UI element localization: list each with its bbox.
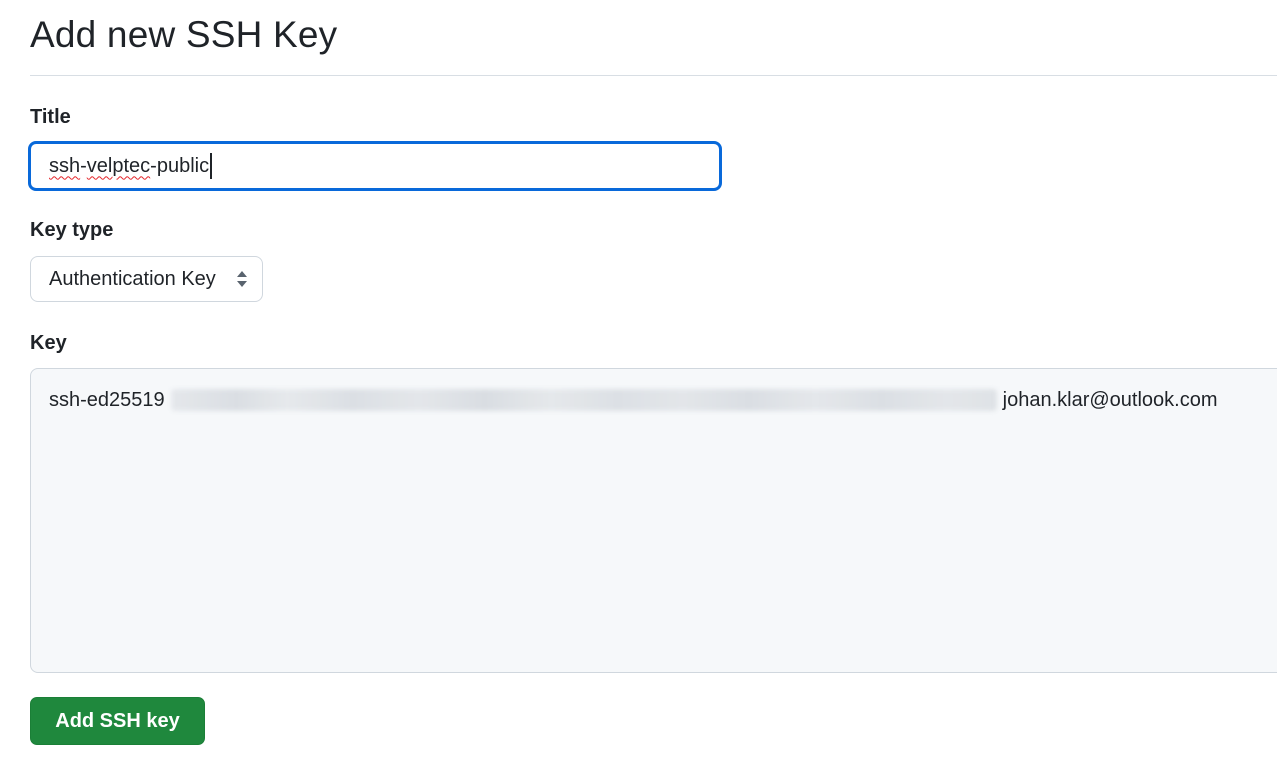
add-ssh-key-page: Add new SSH Key Title ssh - velptec -public… bbox=[0, 0, 1277, 768]
title-input-value-public: -public bbox=[150, 154, 210, 177]
key-label: Key bbox=[30, 332, 67, 354]
title-input[interactable]: ssh - velptec -public bbox=[28, 141, 722, 191]
blurred-key-body bbox=[170, 389, 997, 411]
title-input-value-ssh: ssh bbox=[49, 154, 81, 177]
text-caret bbox=[210, 153, 213, 179]
title-field-label: Title bbox=[30, 106, 71, 128]
title-input-value-velptec: velptec bbox=[86, 154, 151, 177]
key-comment: johan.klar@outlook.com bbox=[1002, 388, 1218, 411]
title-input-value-dash: - bbox=[80, 154, 87, 177]
add-ssh-key-button[interactable]: Add SSH key bbox=[30, 697, 205, 745]
key-type-select[interactable]: Authentication Key bbox=[30, 256, 263, 302]
key-prefix: ssh-ed25519 bbox=[49, 388, 165, 411]
key-type-label: Key type bbox=[30, 219, 114, 241]
key-textarea[interactable]: ssh-ed25519 johan.klar@outlook.com bbox=[30, 368, 1277, 673]
select-arrows-icon bbox=[237, 271, 247, 287]
key-type-selected-value: Authentication Key bbox=[49, 267, 216, 290]
key-content-line: ssh-ed25519 johan.klar@outlook.com bbox=[49, 387, 1277, 413]
page-title: Add new SSH Key bbox=[30, 14, 338, 55]
title-divider bbox=[30, 75, 1277, 76]
